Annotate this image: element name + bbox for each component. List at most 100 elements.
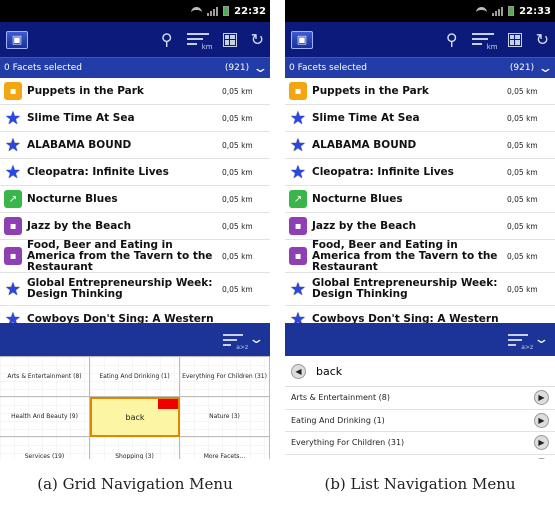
list-item[interactable]: ★ Cleopatra: Infinite Lives 0,05 km — [285, 159, 555, 186]
back-label: back — [316, 364, 343, 378]
list-item[interactable]: ★ ALABAMA BOUND 0,05 km — [0, 132, 270, 159]
list-item[interactable]: ▪ Puppets in the Park 0,05 km — [0, 78, 270, 105]
list-facet-item[interactable]: Everything For Children (31) ▶ — [285, 432, 555, 455]
grid-back-button[interactable]: back — [90, 397, 180, 437]
event-distance: 0,05 km — [507, 167, 538, 177]
grid-view-icon[interactable] — [507, 32, 522, 47]
toolbar: ▣ ⚲ km ↻ — [0, 22, 270, 57]
event-distance: 0,05 km — [222, 194, 253, 204]
purple-category-icon: ▪ — [4, 217, 22, 235]
grid-facet-cell[interactable]: More Facets... — [180, 437, 270, 459]
map-icon[interactable]: ▣ — [6, 30, 28, 49]
event-title: Nocturne Blues — [27, 192, 118, 205]
event-list: ▪ Puppets in the Park 0,05 km ★ Slime Time A… — [285, 78, 555, 323]
list-item[interactable]: ▪ Jazz by the Beach 0,05 km — [0, 213, 270, 240]
facet-bar[interactable]: 0 Facets selected (921) ⌄ — [285, 57, 555, 78]
facet-count: (921) — [509, 63, 535, 73]
list-item[interactable]: ★ Global Entrepreneurship Week: Design Th… — [285, 273, 555, 306]
list-facet-item[interactable]: Health And Beauty (9)▶ — [285, 455, 555, 459]
grid-view-icon[interactable] — [222, 32, 237, 47]
list-item[interactable]: ▪ Food, Beer and Eating in America from t… — [285, 238, 555, 273]
battery-icon — [508, 6, 515, 16]
orange-category-icon: ▪ — [289, 82, 307, 100]
list-item[interactable]: ↗ Nocturne Blues 0,05 km — [0, 186, 270, 213]
sort-alpha-label: a>z — [521, 343, 534, 351]
chevron-down-icon[interactable]: ⌄ — [248, 332, 264, 347]
grid-facet-cell[interactable]: Eating And Drinking (1) — [90, 357, 180, 397]
star-icon: ★ — [4, 134, 22, 156]
facet-count: (921) — [224, 63, 250, 73]
list-item[interactable]: ★ ALABAMA BOUND 0,05 km — [285, 132, 555, 159]
event-distance: 0,05 km — [222, 113, 253, 123]
event-distance: 0,05 km — [507, 194, 538, 204]
list-item[interactable]: ▪ Food, Beer and Eating in America from t… — [0, 239, 270, 273]
list-item[interactable]: ★ Cowboys Don't Sing: A Western — [285, 306, 555, 324]
chevron-down-icon[interactable]: ⌄ — [252, 61, 268, 76]
chevron-right-icon[interactable]: ▶ — [534, 435, 549, 451]
km-label: km — [486, 42, 498, 51]
chevron-right-icon[interactable]: ▶ — [534, 390, 549, 406]
list-item[interactable]: ★ Slime Time At Sea 0,05 km — [0, 105, 270, 132]
star-icon: ★ — [289, 134, 307, 156]
refresh-icon[interactable]: ↻ — [251, 30, 264, 49]
event-distance: 0,05 km — [507, 221, 538, 231]
back-arrow-icon[interactable]: ◀ — [291, 363, 306, 379]
list-item[interactable]: ★ Slime Time At Sea 0,05 km — [285, 105, 555, 132]
caption-b: (b) List Navigation Menu — [324, 475, 516, 493]
list-facet-item[interactable]: Arts & Entertainment (8) ▶ — [285, 387, 555, 410]
list-item[interactable]: ▪ Puppets in the Park 0,05 km — [285, 78, 555, 105]
chevron-down-icon[interactable]: ⌄ — [537, 61, 553, 76]
event-title: Puppets in the Park — [27, 84, 144, 97]
event-title: Jazz by the Beach — [312, 219, 417, 232]
chevron-right-icon[interactable]: ▶ — [534, 457, 549, 459]
event-distance: 0,05 km — [507, 140, 538, 150]
list-item[interactable]: ↗ Nocturne Blues 0,05 km — [285, 186, 555, 213]
map-icon[interactable]: ▣ — [291, 30, 313, 49]
event-title: Puppets in the Park — [312, 84, 429, 97]
event-distance: 0,05 km — [222, 284, 253, 294]
facet-bar[interactable]: 0 Facets selected (921) ⌄ — [0, 57, 270, 78]
grid-facet-cell[interactable]: Health And Beauty (9) — [0, 397, 90, 437]
sort-distance-icon[interactable]: km — [471, 32, 498, 51]
event-title: Cleopatra: Infinite Lives — [312, 165, 454, 178]
event-title: Global Entrepreneurship Week: Design Thi… — [27, 277, 213, 300]
event-title: Food, Beer and Eating in America from th… — [312, 238, 498, 273]
status-bar: 22:32 — [0, 0, 270, 22]
signal-icon — [207, 6, 219, 16]
sort-distance-icon[interactable]: km — [186, 32, 213, 51]
facets-selected-label: 0 Facets selected — [289, 63, 368, 73]
list-item[interactable]: ★ Cleopatra: Infinite Lives 0,05 km — [0, 159, 270, 186]
phone-grid-navigation: 22:32 ▣ ⚲ km ↻ 0 Facets selected (921) ⌄… — [0, 0, 270, 459]
chevron-down-icon[interactable]: ⌄ — [533, 332, 549, 347]
navigation-header: a>z ⌄ — [285, 323, 555, 356]
star-icon: ★ — [289, 308, 307, 324]
grid-facet-cell[interactable]: Arts & Entertainment (8) — [0, 357, 90, 397]
event-distance: 0,05 km — [507, 251, 538, 261]
status-time: 22:33 — [519, 5, 551, 17]
sort-alpha-icon[interactable]: a>z — [223, 333, 248, 351]
star-icon: ★ — [289, 107, 307, 129]
grid-facet-cell[interactable]: Everything For Children (31) — [180, 357, 270, 397]
list-facet-item[interactable]: Eating And Drinking (1) ▶ — [285, 410, 555, 432]
grid-facet-cell[interactable]: Shopping (3) — [90, 437, 180, 459]
km-label: km — [201, 42, 213, 51]
list-item[interactable]: ▪ Jazz by the Beach 0,05 km — [285, 213, 555, 240]
event-distance: 0,05 km — [222, 140, 253, 150]
sort-alpha-icon[interactable]: a>z — [508, 333, 533, 351]
grid-facet-cell[interactable]: Services (19) — [0, 437, 90, 459]
back-row[interactable]: ◀ back — [285, 356, 555, 387]
grid-facet-cell[interactable]: Nature (3) — [180, 397, 270, 437]
search-icon[interactable]: ⚲ — [446, 30, 458, 49]
refresh-icon[interactable]: ↻ — [536, 30, 549, 49]
status-time: 22:32 — [234, 5, 266, 17]
event-title: ALABAMA BOUND — [27, 138, 132, 151]
search-icon[interactable]: ⚲ — [161, 30, 173, 49]
list-item[interactable]: ★ Global Entrepreneurship Week: Design Th… — [0, 273, 270, 306]
star-icon: ★ — [4, 161, 22, 183]
chevron-right-icon[interactable]: ▶ — [534, 412, 549, 428]
toolbar: ▣ ⚲ km ↻ — [285, 22, 555, 57]
list-item[interactable]: ★ Cowboys Don't Sing: A Western — [0, 306, 270, 324]
orange-category-icon: ▪ — [4, 82, 22, 100]
event-distance: 0,05 km — [222, 251, 253, 261]
status-bar: 22:33 — [285, 0, 555, 22]
